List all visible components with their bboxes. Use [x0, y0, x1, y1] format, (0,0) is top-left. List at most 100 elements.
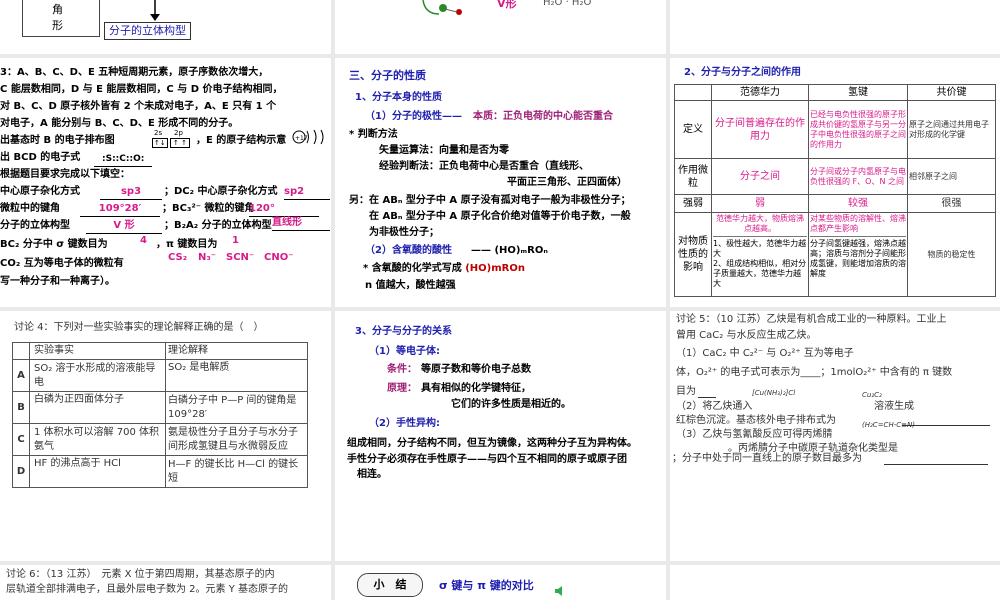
principle-text-2: 它们的许多性质是相近的。: [451, 399, 571, 410]
d3-line-9: 中心原子杂化方式: [0, 186, 80, 197]
d3-line-4: 对电子，A 能分别与 B、C、D、E 形成不同的分子。: [0, 118, 239, 129]
panel-top-left: 角 形 分子的立体构型: [0, 0, 331, 54]
d5-line-10: ；分子中处于同一直线上的原子数目最多为: [672, 453, 862, 464]
row-label-particles: 作用微粒: [674, 158, 712, 195]
d3-line-13: 分子的立体构型: [0, 220, 70, 231]
answer-angle1: 109°28′: [80, 202, 160, 217]
d3-line-6: ，E 的原子结构示意: [196, 135, 287, 146]
d3-line-3: 对 B、C、D 原子核外皆有 2 个未成对电子，A、E 只有 1 个: [0, 101, 277, 112]
answer-iso-2: N₃⁻: [198, 252, 217, 263]
reagent-2: Cu₂C₂: [862, 391, 882, 399]
d3-line-14: ；B₂A₂ 分子的立体构型: [164, 220, 272, 231]
panel-molecular-relations: 3、分子与分子的关系 （1）等电子体: 条件： 等原子数和等价电子总数 原理： …: [335, 311, 666, 561]
reagent-3: 溶液生成: [874, 401, 914, 412]
orbital-box-2s: ↑↓: [152, 138, 168, 148]
vdw-impact-top: 范德华力越大，物质熔沸点越高。: [713, 214, 807, 237]
principle-label: 原理：: [387, 383, 417, 394]
speaker-icon[interactable]: [555, 581, 565, 600]
vdw-impact-list: 1、极性越大，范德华力越大 2、组成结构相似，相对分子质量越大，范德华力越大: [713, 239, 807, 288]
table-header-vdw: 范德华力: [711, 84, 809, 101]
vdw-strength: 弱: [711, 194, 809, 213]
d3-line-2: C 能层数相同，D 与 E 能层数相同，C 与 D 价电子结构相同，: [0, 84, 283, 95]
answer-shape2: 直线形: [272, 216, 330, 231]
reagent-1: [Cu(NH₃)₂]Cl: [752, 389, 796, 397]
acrylonitrile-formula: (H₂C=CH-C≡N): [862, 421, 915, 429]
d4-theory-b: 白磷分子中 P—P 间的键角是 109°28′: [165, 391, 308, 424]
chirality-line-3: 相连。: [357, 469, 387, 480]
d6-line-1: 讨论 6：（13 江苏） 元素 X 位于第四周期，其基态原子的内: [6, 569, 275, 580]
acidity-definition: —— (HO)ₘROₙ: [471, 245, 548, 256]
d4-fact-c: 1 体积水可以溶解 700 体积氨气: [29, 423, 166, 456]
d4-opt-b: B: [12, 391, 30, 424]
vdw-definition: 分子间普遍存在的作用力: [711, 100, 809, 159]
vdw-particles: 分子之间: [711, 158, 809, 195]
d3-line-10: ；DC₂ 中心原子杂化方式: [164, 186, 278, 197]
d3-line-8: 根据题目要求完成以下填空：: [0, 169, 130, 180]
d4-header-opt: [12, 342, 30, 360]
table-header-hbond: 氢键: [808, 84, 908, 101]
hbond-impact-bottom: 分子间氢键越强，熔沸点越高；溶质与溶剂分子间能形成氢键，则能增加溶质的溶解度: [810, 239, 906, 278]
orbital-label-2s: 2s: [154, 129, 163, 137]
d5-line-7: 红棕色沉淀。基态核外电子排布式为: [676, 415, 836, 426]
chirality-label: （2）手性异构:: [369, 418, 440, 429]
atom-structure-icon: +17: [292, 128, 328, 150]
d5-line-2: 曾用 CaC₂ 与水反应生成乙炔。: [676, 330, 817, 341]
answer-iso-3: SCN⁻: [226, 252, 255, 263]
judge-method: * 判断方法: [349, 129, 398, 140]
abn-note-2: 在 ABₙ 型分子中 A 原子化合价绝对值等于价电子数，一般: [369, 211, 631, 222]
condition-label: 条件：: [387, 364, 417, 375]
method-empirical: 经验判断法：正负电荷中心是否重合（直线形、: [379, 161, 589, 172]
d3-line-16: ，π 键数目为: [156, 239, 218, 250]
section-heading: 三、分子的性质: [349, 69, 426, 82]
molecular-shape-box: 分子的立体构型: [104, 22, 191, 40]
abn-note-1: 另：在 ABₙ 型分子中 A 原子没有孤对电子一般为非极性分子；: [349, 195, 631, 206]
orbital-diagram: 2s 2p ↑↓ ↑ ↑: [152, 129, 196, 150]
panel-summary: 小 结 σ 键与 π 键的对比: [335, 565, 666, 600]
panel-intermolecular: 2、分子与分子之间的作用 范德华力 氢键 共价键 定义 分子间普遍存在的作用力 …: [670, 58, 1000, 307]
d3-line-15: BC₂ 分子中 σ 键数目为: [0, 239, 108, 250]
top-left-char2: 形: [52, 19, 63, 32]
d4-theory-a: SO₂ 是电解质: [165, 359, 308, 392]
d5-line-6: （2）将乙炔通入: [676, 401, 753, 412]
chirality-line-1: 组成相同，分子结构不同，但互为镜像，这两种分子互为异构体。: [347, 438, 637, 449]
d4-theory-c: 氨是极性分子且分子与水分子间形成氢键且与水微弱反应: [165, 423, 308, 456]
answer-hyb2: sp2: [284, 185, 330, 200]
electron-formula: :S::C::O:: [94, 152, 153, 167]
panel-discussion-5: 讨论 5：（10 江苏）乙炔是有机合成工业的一种原料。工业上 曾用 CaC₂ 与…: [670, 311, 1000, 561]
isoelectronic-label: （1）等电子体:: [369, 346, 440, 357]
row-label-definition: 定义: [674, 100, 712, 159]
chirality-line-2: 手性分子必须存在手性原子——与四个互不相同的原子或原子团: [347, 454, 627, 465]
answer-sigma: 4: [140, 235, 147, 246]
d3-line-1: 3：A、B、C、D、E 五种短周期元素，原子序数依次增大，: [0, 67, 269, 78]
panel-molecule-properties: 三、分子的性质 1、分子本身的性质 （1）分子的极性—— 本质：正负电荷的中心能…: [335, 58, 666, 307]
acidity-note: * 含氧酸的化学式写成 (HO)mROn: [363, 262, 525, 276]
d5-line-8: （3）乙炔与氢氰酸反应可得丙烯腈: [676, 429, 833, 440]
svg-text:+17: +17: [295, 135, 308, 142]
orbital-label-2p: 2p: [174, 129, 183, 137]
d4-fact-d: HF 的沸点高于 HCl: [29, 455, 166, 488]
row-label-impact: 对物质性质的影响: [674, 212, 712, 297]
covalent-definition: 原子之间通过共用电子对形成的化学键: [907, 100, 996, 159]
panel-top-middle: V形 H₂O · H₂O: [335, 0, 666, 54]
summary-title: σ 键与 π 键的对比: [439, 579, 534, 592]
summary-box: 小 结: [357, 573, 423, 597]
top-left-char1: 角: [52, 3, 63, 16]
d4-opt-d: D: [12, 455, 30, 488]
hbond-definition: 已经与电负性很强的原子形成共价键的氢原子与另一分子中电负性很强的原子之间的作用力: [808, 100, 908, 159]
d4-title: 讨论 4：下列对一些实验事实的理论解释正确的是（ ）: [14, 322, 264, 333]
table-header-empty: [674, 84, 712, 101]
table-header-covalent: 共价键: [907, 84, 996, 101]
water-molecule-icon: [419, 0, 479, 22]
intermolecular-title: 2、分子与分子之间的作用: [684, 67, 801, 78]
polarity-label: （1）分子的极性——: [365, 111, 462, 122]
d4-opt-c: C: [12, 423, 30, 456]
d4-fact-a: SO₂ 溶于水形成的溶液能导电: [29, 359, 166, 392]
covalent-impact: 物质的稳定性: [907, 212, 996, 297]
subsection-1: 1、分子本身的性质: [355, 92, 442, 103]
panel-top-right: [670, 0, 1000, 54]
panel-discussion-3: 3：A、B、C、D、E 五种短周期元素，原子序数依次增大， C 能层数相同，D …: [0, 58, 331, 307]
answer-pi: 1: [232, 235, 239, 246]
covalent-strength: 很强: [907, 194, 996, 213]
d4-header-theory: 理论解释: [165, 342, 308, 360]
panel-discussion-4: 讨论 4：下列对一些实验事实的理论解释正确的是（ ） 实验事实 理论解释 A S…: [0, 311, 331, 561]
